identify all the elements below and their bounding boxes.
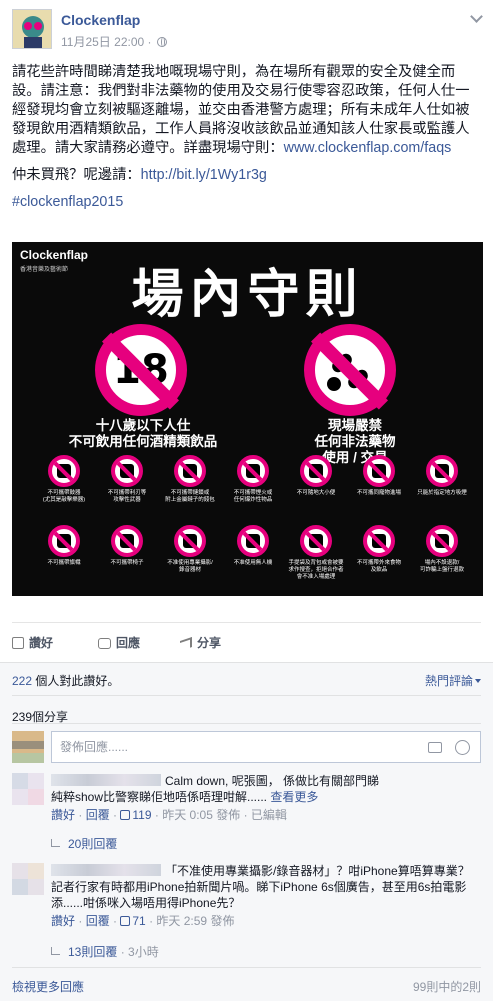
divider <box>12 967 481 968</box>
feedback-section: 222 個人對此讚好。 熱門評論 239個分享 發佈回應...... Calm … <box>0 662 493 1001</box>
comment-body: Calm down, 呢張圖， 係做比有關部門睇 純粹show比警察睇佢地唔係唔… <box>51 773 481 823</box>
emoji-icon[interactable] <box>455 740 470 755</box>
comment-status: 發佈 · 已編輯 <box>216 808 287 822</box>
comment-time[interactable]: 昨天 2:59 <box>156 914 207 928</box>
comment-count-info: 99則中的2則 <box>412 980 481 994</box>
comment-time[interactable]: 昨天 0:05 <box>162 808 213 822</box>
comment-bubble-icon <box>98 638 111 649</box>
bag-search-sign: 手提袋及背包或會被要 求作搜查，拒絕合作者 會不准入場處理 <box>284 525 348 581</box>
comment-like-link[interactable]: 讚好 <box>51 808 75 822</box>
thumbs-up-icon <box>120 810 131 820</box>
no-chains-sign: 不可攜帶鏈鎖或 附上金屬鏈子的錢包 <box>158 455 222 504</box>
divider <box>12 622 481 623</box>
hashtag-link[interactable]: #clockenflap2015 <box>12 194 123 210</box>
no-refund-sign: 場內不設退款/ 可詐騙上盤行退款 <box>410 525 474 574</box>
caption-under-18: 十八歲以下人仕 不可飲用任何酒精類飲品 <box>68 418 218 449</box>
no-drums-sign: 不可攜帶鼓器 (尤其是敲擊樂器) <box>32 455 96 504</box>
no-outside-food-sign: 不可攜帶外來食物 及飲品 <box>347 525 411 574</box>
see-more-link[interactable]: 查看更多 <box>270 790 318 804</box>
page-avatar[interactable] <box>12 9 52 49</box>
smoking-area-sign: 只能於指定地方吸煙 <box>410 455 474 497</box>
no-flags-sign: 不可攜帶旗幟 <box>32 525 96 567</box>
commenter-avatar[interactable] <box>12 773 44 805</box>
viewer-avatar <box>12 731 44 763</box>
tablet-icon <box>327 377 341 391</box>
commenter-name[interactable] <box>51 774 161 786</box>
comment-reply-link[interactable]: 回覆 <box>86 808 110 822</box>
comment-composer <box>12 731 481 763</box>
comment-meta: 讚好 · 回覆 · 71 · 昨天 2:59 發佈 <box>51 914 235 928</box>
no-pro-camera-sign: 不准使用專業攝影/ 錄音器材 <box>158 525 222 574</box>
chevron-down-icon[interactable] <box>470 10 483 23</box>
commenter-avatar[interactable] <box>12 863 44 895</box>
comment-button[interactable]: 回應 <box>98 634 140 651</box>
prohibition-slash <box>310 332 389 410</box>
thumbs-up-icon <box>120 916 131 926</box>
no-drugs-sign <box>304 324 396 416</box>
no-under-18-sign: 18 <box>95 324 187 416</box>
like-summary[interactable]: 222 個人對此讚好。 <box>12 672 119 689</box>
comment-input-box <box>51 731 481 763</box>
rules-poster-image[interactable]: Clockenflap 香港音樂及藝術節 場內守則 18 十八歲以下人仕 不可飲… <box>12 242 483 596</box>
page-name[interactable]: Clockenflap <box>61 12 140 28</box>
commenter-name[interactable] <box>51 864 161 876</box>
like-button[interactable]: 讚好 <box>12 634 53 651</box>
faq-link[interactable]: www.clockenflap.com/faqs <box>284 140 452 156</box>
reply-arrow-icon <box>51 839 60 847</box>
post-paragraph-tickets: 仲未買飛？呢邊請： <box>12 167 141 183</box>
poster-title: 場內守則 <box>131 265 364 325</box>
no-chairs-sign: 不可攜帶椅子 <box>95 525 159 567</box>
comment-input[interactable] <box>52 732 412 762</box>
post-timestamp[interactable]: 11月25日 22:00 · <box>61 33 167 50</box>
view-replies-link[interactable]: 20則回覆 <box>51 835 117 852</box>
view-replies-link[interactable]: 13則回覆 · 3小時 <box>51 943 159 960</box>
comment-meta: 讚好 · 回覆 · 119 · 昨天 0:05 發佈 · 已編輯 <box>51 808 287 822</box>
no-pets-sign: 不可攜同寵物進場 <box>347 455 411 497</box>
post-text: 請花些許時間睇清楚我地嘅現場守則，為在場所有觀眾的安全及健全而設。請注意：我們對… <box>12 63 482 220</box>
share-arrow-icon <box>180 637 192 651</box>
camera-icon[interactable] <box>428 742 442 753</box>
divider <box>12 695 481 696</box>
comment-like-count[interactable]: 119 <box>120 808 152 822</box>
comment-body: 「不准使用專業攝影/錄音器材」？咁iPhone算唔算專業？記者行家有時都用iPh… <box>51 863 481 929</box>
globe-icon <box>156 37 167 47</box>
reply-arrow-icon <box>51 947 60 955</box>
share-button[interactable]: 分享 <box>180 634 221 651</box>
comment-like-count[interactable]: 71 <box>120 914 146 928</box>
no-fireworks-sign: 不可攜帶煙火或 任何爆炸性物品 <box>221 455 285 504</box>
view-more-comments-link[interactable]: 檢視更多回應 <box>12 978 84 995</box>
no-weapons-sign: 不可攜帶利刃等 攻擊性武器 <box>95 455 159 504</box>
ticket-link[interactable]: http://bit.ly/1Wy1r3g <box>141 167 267 183</box>
comment-reply-link[interactable]: 回覆 <box>86 914 110 928</box>
top-comments-dropdown[interactable]: 熱門評論 <box>425 672 481 689</box>
no-urinating-sign: 不可隨地大小便 <box>284 455 348 497</box>
comment-status: 發佈 <box>210 914 235 928</box>
divider <box>12 723 481 724</box>
thumbs-up-icon <box>12 637 24 649</box>
comment-like-link[interactable]: 讚好 <box>51 914 75 928</box>
caret-down-icon <box>475 679 481 683</box>
no-drones-sign: 不准使用無人機 <box>221 525 285 567</box>
facebook-post: Clockenflap 11月25日 22:00 · 請花些許時間睇清楚我地嘅現… <box>0 0 493 1001</box>
